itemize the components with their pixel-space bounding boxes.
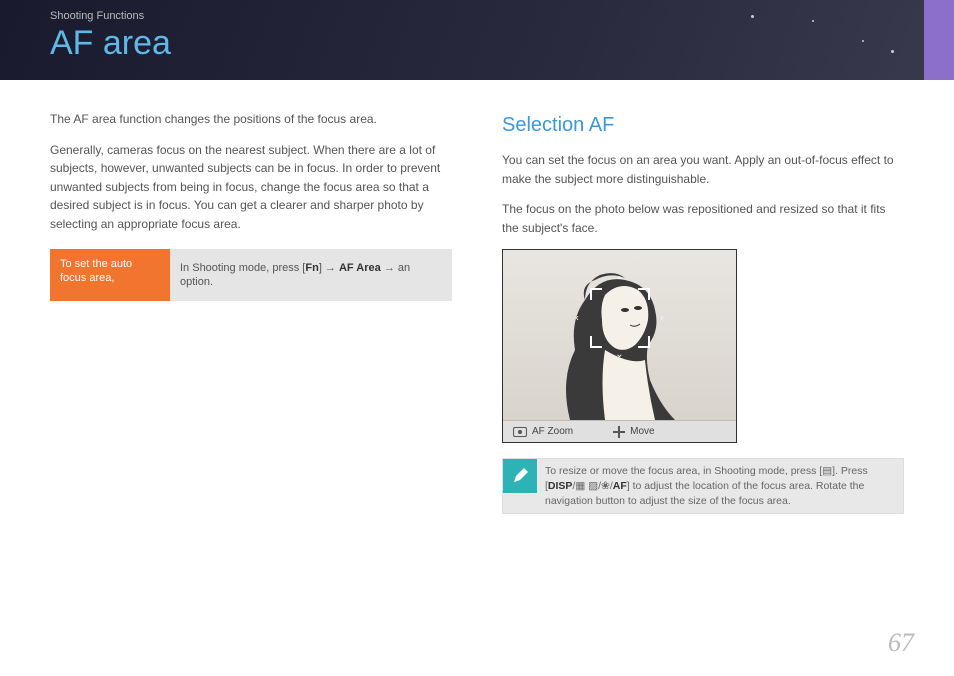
selection-p2: The focus on the photo below was reposit… [502,200,904,237]
intro-text: The AF area function changes the positio… [50,110,452,129]
right-column: Selection AF You can set the focus on an… [502,110,904,514]
tip-text: To resize or move the focus area, in Sho… [537,459,903,513]
af-zoom-control: AF Zoom [513,424,573,440]
selection-p1: You can set the focus on an area you wan… [502,151,904,188]
tip-callout: To resize or move the focus area, in Sho… [502,458,904,514]
action-label: To set the auto focus area, [50,249,170,302]
move-control: Move [613,424,654,440]
breadcrumb: Shooting Functions [50,10,904,22]
page-number: 67 [888,628,914,658]
focus-box-overlay: ⌃ ⌄ ‹ › [590,288,650,348]
example-photo: ⌃ ⌄ ‹ › AF Zoom Move [502,249,737,443]
dpad-icon [613,426,625,438]
body-text: Generally, cameras focus on the nearest … [50,141,452,234]
pen-icon [503,459,537,493]
section-title: Selection AF [502,110,904,141]
photo-area: ⌃ ⌄ ‹ › [503,250,736,420]
content-area: The AF area function changes the positio… [0,80,954,514]
chevron-right-icon: › [660,311,663,327]
action-callout: To set the auto focus area, In Shooting … [50,249,452,302]
chevron-left-icon: ‹ [576,311,579,327]
chevron-up-icon: ⌃ [615,274,623,290]
chevron-down-icon: ⌄ [615,347,623,363]
dial-icon [513,427,527,437]
photo-controls-bar: AF Zoom Move [503,420,736,442]
page-header: Shooting Functions AF area [0,0,954,80]
left-column: The AF area function changes the positio… [50,110,452,514]
page-title: AF area [50,24,904,63]
action-description: In Shooting mode, press [Fn] → AF Area →… [170,249,452,302]
